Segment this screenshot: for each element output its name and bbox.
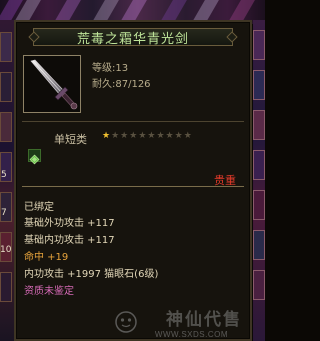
- left-slot[interactable]: [0, 112, 12, 142]
- left-slot[interactable]: [0, 32, 12, 62]
- item-icon-frame: [23, 55, 81, 113]
- item-name: 荒毒之霜华青光剑: [76, 31, 189, 47]
- right-slot[interactable]: [253, 270, 265, 300]
- attribute-line: 内功攻击 +1997 猫眼石(6级): [24, 269, 159, 280]
- star-empty-icon: ★: [138, 131, 147, 141]
- left-slot[interactable]: [0, 72, 12, 102]
- star-empty-icon: ★: [156, 131, 165, 141]
- right-slot[interactable]: [253, 70, 265, 100]
- star-empty-icon: ★: [147, 131, 156, 141]
- item-tooltip: 荒毒之霜华青光剑 等级:13 耐久:87/126 单短类 ★ ★ ★ ★ ★ ★ ★ ★ ★ ★: [14, 20, 252, 341]
- background-left-slots: 5 7 10: [0, 20, 14, 341]
- aptitude-status: 资质未鉴定: [24, 286, 74, 297]
- star-empty-icon: ★: [165, 131, 174, 141]
- divider: [22, 121, 244, 122]
- attribute-line: 基础内功攻击 +117: [24, 235, 115, 246]
- slot-count: 5: [1, 170, 7, 180]
- title-right-ornament: [226, 31, 238, 43]
- sword-icon: [30, 59, 78, 110]
- left-slot[interactable]: [0, 272, 12, 302]
- right-slot[interactable]: [253, 230, 265, 260]
- watermark-logo: 神仙代售: [166, 310, 242, 330]
- slot-count: 7: [1, 208, 7, 218]
- star-filled-icon: ★: [102, 131, 111, 141]
- right-slot[interactable]: [253, 110, 265, 140]
- right-slot[interactable]: [253, 30, 265, 60]
- right-slot[interactable]: [253, 190, 265, 220]
- star-empty-icon: ★: [120, 131, 129, 141]
- item-durability: 耐久:87/126: [92, 79, 151, 90]
- star-empty-icon: ★: [174, 131, 183, 141]
- attribute-line: 命中 +19: [24, 252, 69, 263]
- slot-count: 10: [0, 245, 12, 255]
- title-left-ornament: [28, 31, 40, 43]
- gem-icon: [29, 154, 40, 165]
- attribute-line: 基础外功攻击 +117: [24, 218, 115, 229]
- background-right-slots: [253, 20, 265, 341]
- divider: [22, 186, 244, 187]
- gem-icon[interactable]: [28, 149, 41, 165]
- item-type: 单短类: [54, 133, 87, 146]
- star-empty-icon: ★: [183, 131, 192, 141]
- item-title-frame: 荒毒之霜华青光剑: [28, 28, 238, 47]
- bound-status: 已绑定: [24, 202, 54, 213]
- right-slot[interactable]: [253, 150, 265, 180]
- star-rating: ★ ★ ★ ★ ★ ★ ★ ★ ★ ★: [102, 131, 192, 142]
- star-empty-icon: ★: [129, 131, 138, 141]
- mascot-icon: [115, 311, 137, 333]
- watermark-url: WWW.SXDS.COM: [154, 330, 228, 339]
- star-empty-icon: ★: [111, 131, 120, 141]
- item-level: 等级:13: [92, 63, 129, 74]
